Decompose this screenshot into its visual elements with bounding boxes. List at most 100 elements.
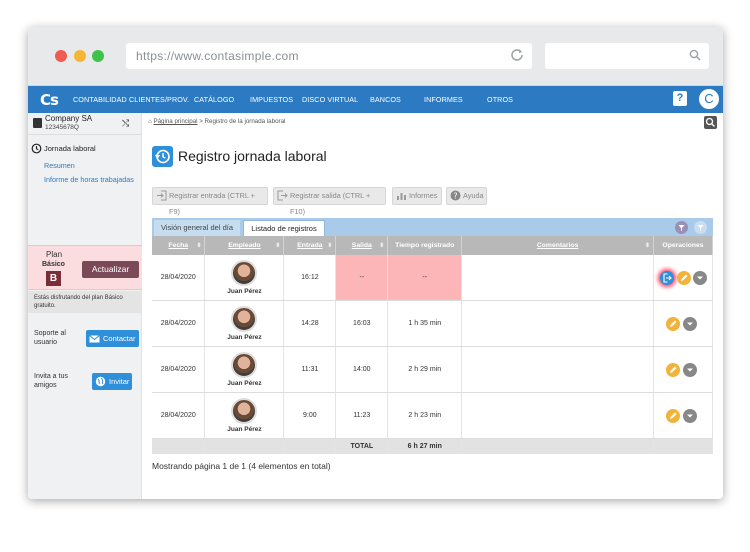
nav-item-disco-virtual[interactable]: DISCO VIRTUAL xyxy=(302,86,358,113)
nav-item-otros[interactable]: OTROS xyxy=(487,86,513,113)
cell-empleado: Juan Pérez xyxy=(204,255,285,301)
cell-operaciones xyxy=(653,255,713,301)
header-empleado[interactable]: Empleado ⬍ xyxy=(204,236,285,255)
nav-item-clientes[interactable]: CLIENTES/PROV. xyxy=(129,86,189,113)
contact-button[interactable]: Contactar xyxy=(86,330,139,347)
row-menu-button[interactable] xyxy=(683,317,697,331)
pagination-info: Mostrando página 1 de 1 (4 elementos en … xyxy=(152,461,331,471)
total-label: TOTAL xyxy=(335,438,389,454)
header-operaciones: Operaciones xyxy=(653,236,713,255)
plan-box: Plan Básico B Actualizar xyxy=(28,245,142,290)
close-window-button[interactable] xyxy=(55,50,67,62)
edit-row-button[interactable] xyxy=(666,409,680,423)
page-search-button[interactable] xyxy=(704,116,717,129)
invite-button[interactable]: Invitar xyxy=(92,373,132,390)
company-name: Company SA xyxy=(45,114,93,123)
clock-history-icon xyxy=(152,146,173,167)
page-title: Registro jornada laboral xyxy=(178,148,327,164)
employee-name: Juan Pérez xyxy=(227,334,262,341)
sidebar-item-informe-horas[interactable]: Informe de horas trabajadas xyxy=(44,175,134,185)
total-value: 6 h 27 min xyxy=(387,438,463,454)
plan-note: Estás disfrutando del plan Básico gratui… xyxy=(28,291,142,313)
sidebar-item-resumen[interactable]: Resumen xyxy=(44,161,134,171)
row-menu-button[interactable] xyxy=(693,271,707,285)
clear-filter-icon[interactable] xyxy=(675,221,688,234)
browser-window: https://www.contasimple.com Cs CONTABILI… xyxy=(28,27,723,499)
nav-item-catalogo[interactable]: CATÁLOGO xyxy=(194,86,234,113)
logout-icon xyxy=(277,190,288,201)
header-fecha[interactable]: Fecha ⬍ xyxy=(152,236,206,255)
header-entrada[interactable]: Entrada ⬍ xyxy=(283,236,337,255)
address-bar[interactable]: https://www.contasimple.com xyxy=(126,43,532,69)
cell-salida: 14:00 xyxy=(335,346,389,393)
nav-item-bancos[interactable]: BANCOS xyxy=(370,86,401,113)
browser-search-input[interactable] xyxy=(545,43,709,69)
table-row: 28/04/2020 Juan Pérez 16:12 -- -- xyxy=(152,255,713,301)
cell-operaciones xyxy=(653,300,713,347)
minimize-window-button[interactable] xyxy=(74,50,86,62)
mail-icon xyxy=(89,335,100,343)
user-avatar[interactable]: C xyxy=(698,88,720,110)
cell-empleado: Juan Pérez xyxy=(204,300,285,347)
reports-button[interactable]: Informes xyxy=(392,187,442,205)
employee-name: Juan Pérez xyxy=(227,380,262,387)
header-comentarios[interactable]: Comentarios ⬍ xyxy=(461,236,654,255)
cell-salida: 11:23 xyxy=(335,392,389,439)
nav-item-informes[interactable]: INFORMES xyxy=(424,86,463,113)
edit-row-button[interactable] xyxy=(666,363,680,377)
company-selector[interactable]: Company SA 12345678Q ⤭ xyxy=(28,113,142,135)
table-header-row: Fecha ⬍ Empleado ⬍ Entrada ⬍ Salida ⬍ Tiempo… xyxy=(152,236,713,255)
breadcrumb-home-link[interactable]: Página principal xyxy=(153,118,197,125)
cell-tiempo: 1 h 35 min xyxy=(387,300,463,347)
login-icon xyxy=(157,190,167,201)
register-entry-button[interactable]: Registrar entrada (CTRL + F9) xyxy=(152,187,268,216)
cell-entrada: 16:12 xyxy=(283,255,337,301)
search-icon xyxy=(689,49,701,61)
cell-salida: -- xyxy=(335,255,389,301)
sidebar: Company SA 12345678Q ⤭ Jornada laboral R… xyxy=(28,113,142,499)
history-icon xyxy=(31,143,42,154)
sort-icon: ⬍ xyxy=(327,243,333,249)
search-icon xyxy=(705,117,715,127)
row-menu-button[interactable] xyxy=(683,409,697,423)
upgrade-button[interactable]: Actualizar xyxy=(82,261,139,278)
invite-text: Invita a tus amigos xyxy=(34,373,68,389)
help-button[interactable]: ? Ayuda xyxy=(446,187,487,205)
maximize-window-button[interactable] xyxy=(92,50,104,62)
cell-entrada: 9:00 xyxy=(283,392,337,439)
edit-row-button[interactable] xyxy=(666,317,680,331)
filter-icon[interactable] xyxy=(694,221,707,234)
nav-item-contabilidad[interactable]: CONTABILIDAD xyxy=(73,86,127,113)
chevron-down-icon xyxy=(687,414,693,418)
row-menu-button[interactable] xyxy=(683,363,697,377)
employee-name: Juan Pérez xyxy=(227,288,262,295)
tab-listado-registros[interactable]: Listado de registros xyxy=(243,220,325,236)
help-icon[interactable]: ? xyxy=(673,91,687,106)
reload-icon[interactable] xyxy=(510,48,524,62)
records-table: Fecha ⬍ Empleado ⬍ Entrada ⬍ Salida ⬍ Tiempo… xyxy=(152,236,713,454)
header-tiempo: Tiempo registrado xyxy=(387,236,463,255)
pencil-icon xyxy=(681,274,688,281)
pencil-icon xyxy=(670,412,677,419)
register-exit-row-button[interactable] xyxy=(660,271,674,285)
logout-icon xyxy=(663,273,672,283)
employee-avatar xyxy=(231,352,258,378)
header-salida[interactable]: Salida ⬍ xyxy=(335,236,389,255)
app-logo[interactable]: Cs xyxy=(40,91,59,109)
nav-item-impuestos[interactable]: IMPUESTOS xyxy=(250,86,293,113)
tab-vision-general[interactable]: Visión general del día xyxy=(154,220,240,236)
cell-comentarios xyxy=(461,392,654,439)
register-entry-label: Registrar entrada (CTRL + F9) xyxy=(169,191,255,216)
sidebar-section-title: Jornada laboral xyxy=(44,144,96,153)
cell-operaciones xyxy=(653,346,713,393)
employee-avatar xyxy=(231,306,258,332)
company-nif: 12345678Q xyxy=(45,124,79,131)
switch-company-icon[interactable]: ⤭ xyxy=(122,118,129,129)
sort-icon: ⬍ xyxy=(196,243,202,249)
register-exit-button[interactable]: Registrar salida (CTRL + F10) xyxy=(273,187,386,216)
cell-fecha: 28/04/2020 xyxy=(152,392,206,439)
edit-row-button[interactable] xyxy=(677,271,691,285)
plan-name: Básico xyxy=(42,261,65,268)
employee-avatar xyxy=(231,398,258,424)
svg-text:?: ? xyxy=(453,191,457,200)
